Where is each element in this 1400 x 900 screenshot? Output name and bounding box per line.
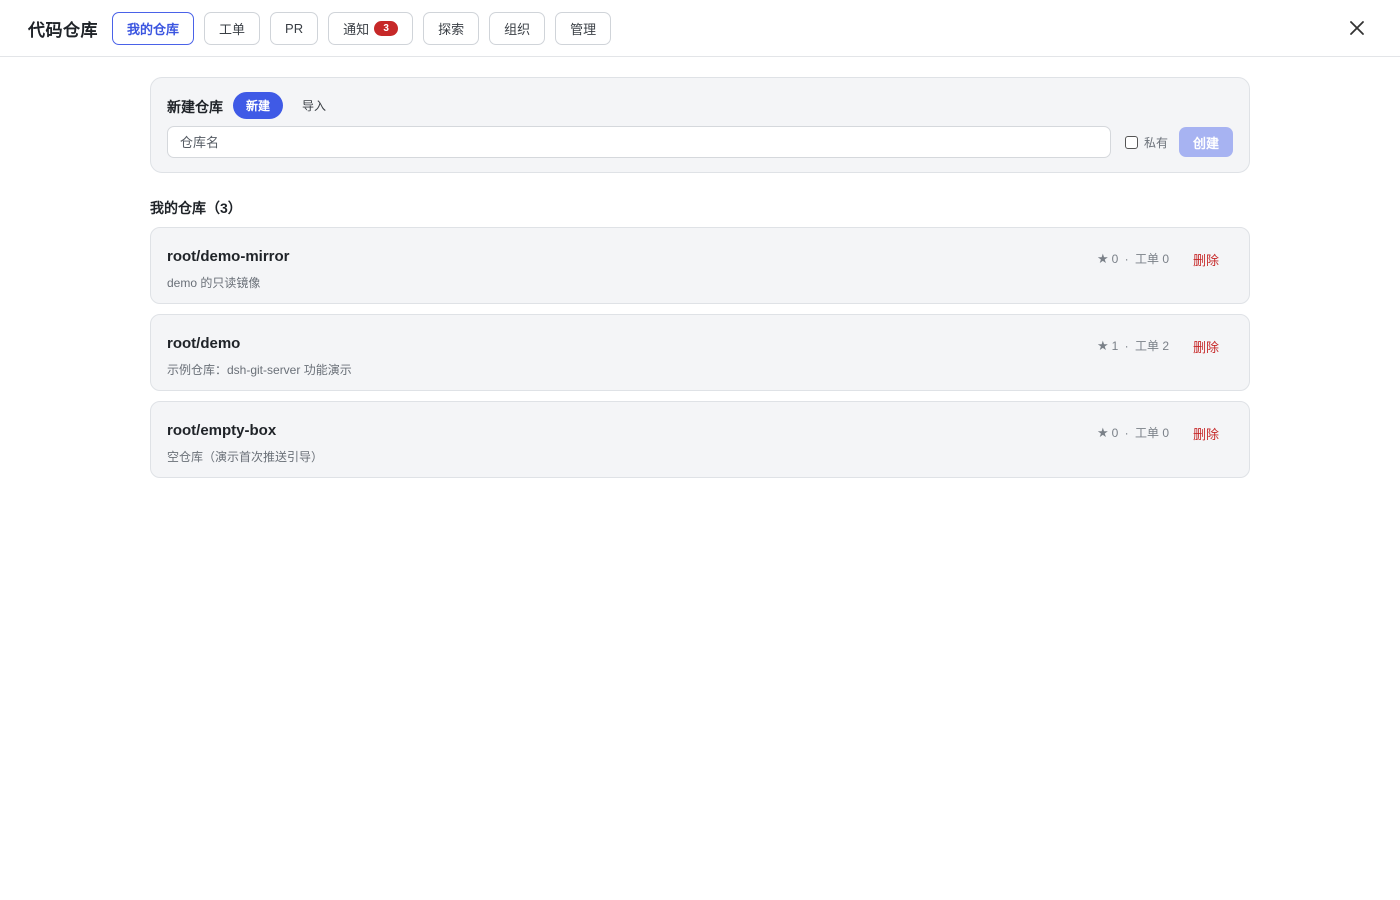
repo-card[interactable]: root/demo-mirror demo 的只读镜像 ★ 0 · 工单 0 删… [150, 227, 1250, 304]
tab-pr[interactable]: PR [270, 12, 319, 45]
nav-tabs: 我的仓库 工单 PR 通知 3 探索 组织 管理 [112, 12, 612, 45]
star-icon: ★ [1096, 337, 1109, 353]
issue-count: 工单 0 [1134, 252, 1169, 266]
tab-label: 工单 [219, 22, 246, 37]
meta-separator: · [1121, 251, 1132, 266]
tab-my-repos[interactable]: 我的仓库 [112, 12, 195, 45]
tab-label: PR [285, 21, 304, 36]
star-count: 0 [1111, 251, 1119, 266]
meta-separator: · [1121, 338, 1132, 353]
issue-count: 工单 2 [1134, 339, 1169, 353]
meta-separator: · [1121, 425, 1132, 440]
repo-name[interactable]: root/empty-box [167, 422, 276, 439]
star-count: 1 [1111, 338, 1119, 353]
repo-stats: ★ 0 · 工单 0 [1097, 424, 1169, 441]
create-mode-toggle: 新建 导入 [233, 92, 339, 119]
top-bar: 代码仓库 我的仓库 工单 PR 通知 3 探索 组织 管理 [0, 0, 1400, 57]
tab-admin[interactable]: 管理 [555, 12, 612, 45]
repo-description: demo 的只读镜像 [167, 276, 261, 290]
create-button[interactable]: 创建 [1179, 127, 1233, 157]
mode-import-button[interactable]: 导入 [289, 92, 339, 119]
repo-name[interactable]: root/demo-mirror [167, 248, 290, 265]
repo-description: 示例仓库：dsh-git-server 功能演示 [167, 363, 352, 377]
tab-label: 我的仓库 [127, 22, 180, 37]
repo-name-input[interactable] [167, 126, 1111, 158]
star-icon: ★ [1096, 424, 1109, 440]
private-toggle[interactable]: 私有 [1125, 134, 1168, 151]
repo-card[interactable]: root/demo 示例仓库：dsh-git-server 功能演示 ★ 1 ·… [150, 314, 1250, 391]
private-label: 私有 [1144, 136, 1169, 150]
repo-stats: ★ 1 · 工单 2 [1097, 337, 1169, 354]
delete-repo-button[interactable]: 删除 [1193, 250, 1219, 269]
tab-label: 通知 [343, 22, 370, 37]
tab-explore[interactable]: 探索 [423, 12, 480, 45]
tab-organizations[interactable]: 组织 [489, 12, 546, 45]
delete-repo-button[interactable]: 删除 [1193, 337, 1219, 356]
tab-label: 探索 [438, 22, 465, 37]
repo-card[interactable]: root/empty-box 空仓库（演示首次推送引导） ★ 0 · 工单 0 … [150, 401, 1250, 478]
private-checkbox[interactable] [1125, 136, 1138, 149]
tab-label: 组织 [504, 22, 531, 37]
tab-issues[interactable]: 工单 [204, 12, 261, 45]
create-repo-panel: 新建仓库 新建 导入 私有 创建 [150, 77, 1250, 173]
issue-count: 工单 0 [1134, 426, 1169, 440]
repos-section-title: 我的仓库（3） [150, 200, 242, 216]
notification-count-badge: 3 [374, 21, 399, 36]
repo-description: 空仓库（演示首次推送引导） [167, 450, 324, 464]
star-count: 0 [1111, 425, 1119, 440]
repo-stats: ★ 0 · 工单 0 [1097, 250, 1169, 267]
delete-repo-button[interactable]: 删除 [1193, 424, 1219, 443]
tab-notifications[interactable]: 通知 3 [328, 12, 414, 45]
tab-label: 管理 [570, 22, 597, 37]
close-button[interactable] [1344, 15, 1370, 41]
repo-name[interactable]: root/demo [167, 335, 240, 352]
mode-new-button[interactable]: 新建 [233, 92, 284, 119]
star-icon: ★ [1096, 250, 1109, 266]
create-repo-title: 新建仓库 [167, 99, 223, 115]
app-title: 代码仓库 [28, 21, 98, 40]
close-icon [1350, 21, 1364, 35]
